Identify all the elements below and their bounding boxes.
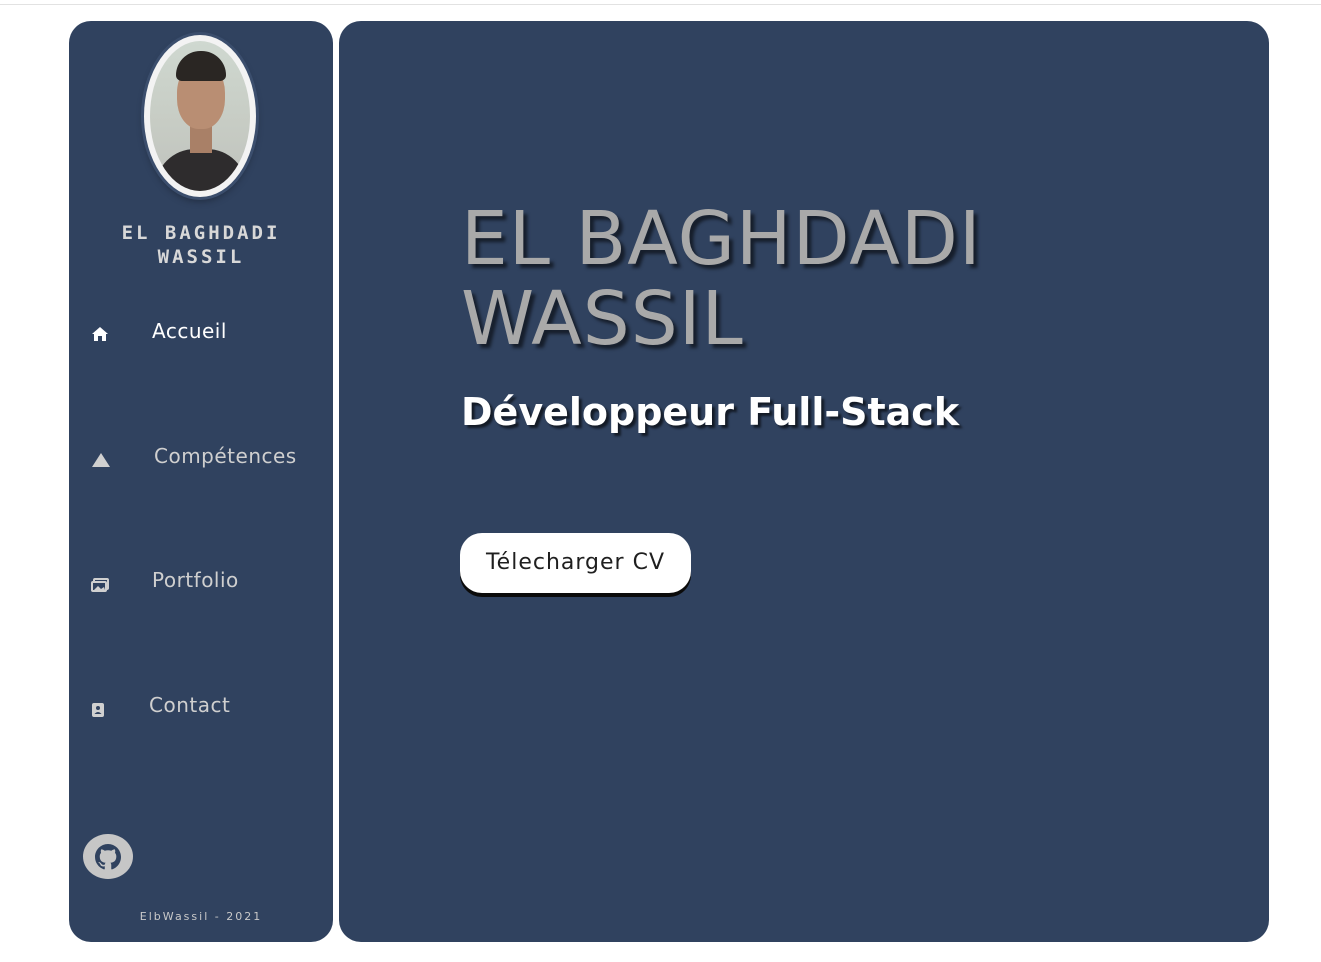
main-panel: EL BAGHDADI WASSIL Développeur Full-Stac… — [339, 21, 1269, 942]
hero-name-line1: EL BAGHDADI — [461, 196, 982, 282]
hero-subtitle: Développeur Full-Stack — [461, 390, 960, 434]
address-book-icon — [91, 702, 109, 720]
footer-text: ElbWassil - 2021 — [139, 910, 263, 923]
github-link[interactable] — [83, 834, 133, 879]
avatar — [144, 35, 256, 197]
nav-label-portfolio: Portfolio — [152, 568, 239, 592]
avatar-photo — [150, 41, 250, 191]
nav-item-portfolio[interactable]: Portfolio — [69, 560, 333, 600]
nav-label-accueil: Accueil — [152, 319, 227, 343]
nav-label-contact: Contact — [149, 693, 231, 717]
nav-item-competences[interactable]: Compétences — [69, 436, 333, 476]
sidebar-name: EL BAGHDADI WASSIL — [69, 221, 333, 269]
nav-item-contact[interactable]: Contact — [69, 685, 333, 725]
top-divider — [0, 4, 1321, 5]
nav-item-accueil[interactable]: Accueil — [69, 311, 333, 351]
hero-name-line2: WASSIL — [461, 276, 744, 362]
sidebar-name-line1: EL BAGHDADI — [121, 222, 281, 244]
sidebar-name-line2: WASSIL — [157, 246, 245, 268]
nav-label-competences: Compétences — [154, 444, 297, 468]
images-icon — [91, 577, 109, 595]
download-cv-button[interactable]: Télecharger CV — [460, 533, 691, 593]
triangle-icon — [91, 452, 110, 470]
github-icon — [95, 844, 121, 870]
hero-name: EL BAGHDADI WASSIL — [461, 199, 1221, 359]
sidebar: EL BAGHDADI WASSIL Accueil Compétences P… — [69, 21, 333, 942]
home-icon — [91, 326, 109, 344]
